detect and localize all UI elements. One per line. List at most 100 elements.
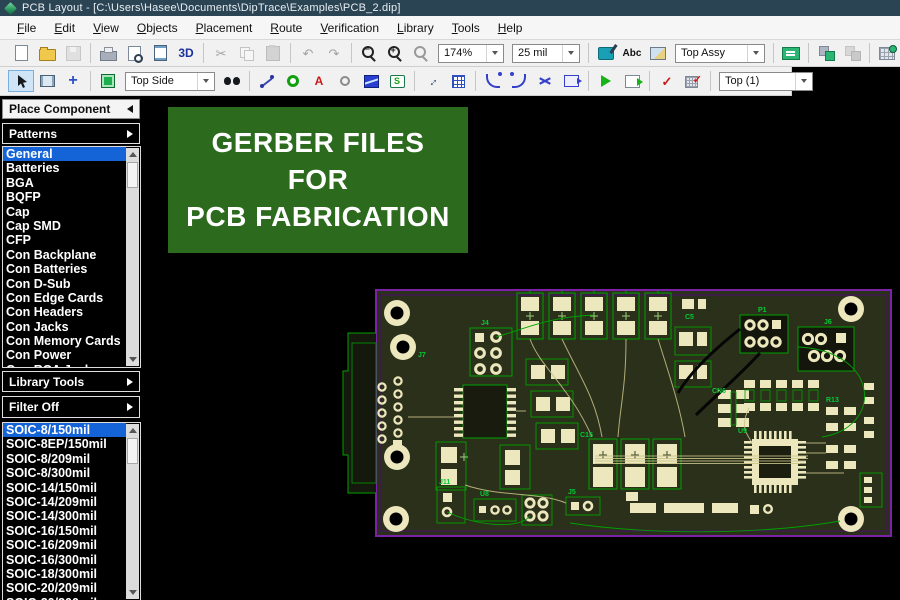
chevron-down-icon[interactable] — [562, 45, 579, 62]
menu-tools[interactable]: Tools — [443, 18, 489, 38]
pattern-item[interactable]: Con Headers — [3, 305, 126, 319]
menu-help[interactable]: Help — [489, 18, 532, 38]
chevron-down-icon[interactable] — [747, 45, 764, 62]
find-component-button[interactable] — [219, 70, 245, 92]
print-preview-button[interactable] — [121, 42, 147, 64]
pattern-item[interactable]: BGA — [3, 176, 126, 190]
redo-button[interactable]: ↷ — [321, 42, 347, 64]
edit-layers-button[interactable] — [593, 42, 619, 64]
pattern-item[interactable]: Batteries — [3, 161, 126, 175]
layers-report-button[interactable] — [778, 42, 804, 64]
chevron-down-icon[interactable] — [197, 73, 214, 90]
footprint-item[interactable]: SOIC-20/300mil — [3, 596, 126, 600]
menu-route[interactable]: Route — [261, 18, 311, 38]
origin-crosshair-button[interactable]: + — [60, 70, 86, 92]
print-button[interactable] — [95, 42, 121, 64]
select-tool-button[interactable] — [8, 70, 34, 92]
footprint-item[interactable]: SOIC-8EP/150mil — [3, 437, 126, 451]
pattern-item[interactable]: Con Edge Cards — [3, 291, 126, 305]
board-view-select[interactable]: Top Assy — [675, 44, 765, 63]
paste-button[interactable] — [260, 42, 286, 64]
run-autorouter-button[interactable] — [593, 70, 619, 92]
menu-view[interactable]: View — [84, 18, 128, 38]
pattern-item[interactable]: CFP — [3, 233, 126, 247]
scrollbar-thumb[interactable] — [127, 162, 138, 188]
place-text-button[interactable]: Abc — [619, 42, 645, 64]
scrollbar-thumb[interactable] — [127, 438, 138, 464]
swap-nets-button[interactable] — [532, 70, 558, 92]
copper-pour-button[interactable] — [358, 70, 384, 92]
route-trace-button[interactable] — [480, 70, 506, 92]
expand-right-icon[interactable] — [127, 130, 133, 138]
cut-button[interactable]: ✂ — [208, 42, 234, 64]
footprint-item[interactable]: SOIC-20/209mil — [3, 581, 126, 595]
footprint-item[interactable]: SOIC-8/209mil — [3, 452, 126, 466]
filter-header[interactable]: Filter Off — [2, 396, 140, 418]
pattern-item[interactable]: Con Batteries — [3, 262, 126, 276]
pattern-list-scrollbar[interactable] — [126, 148, 139, 366]
footprint-list-scrollbar[interactable] — [126, 424, 139, 599]
scroll-down-icon[interactable] — [126, 586, 139, 599]
expand-right-icon[interactable] — [127, 403, 133, 411]
footprint-item[interactable]: SOIC-8/300mil — [3, 466, 126, 480]
pattern-item[interactable]: Con Backplane — [3, 248, 126, 262]
menu-objects[interactable]: Objects — [128, 18, 187, 38]
titles-button[interactable] — [147, 42, 173, 64]
pattern-item[interactable]: Con RCA Jack — [3, 363, 126, 368]
verification-button[interactable]: ✓ — [654, 70, 680, 92]
open-button[interactable] — [34, 42, 60, 64]
footprint-item[interactable]: SOIC-14/209mil — [3, 495, 126, 509]
layer-select[interactable]: Top (1) — [719, 72, 813, 91]
board-properties-button[interactable] — [874, 42, 900, 64]
scroll-up-icon[interactable] — [126, 424, 139, 437]
save-button[interactable] — [60, 42, 86, 64]
menu-verification[interactable]: Verification — [311, 18, 388, 38]
chevron-down-icon[interactable] — [486, 45, 503, 62]
ratsnest-button[interactable] — [332, 70, 358, 92]
export-button[interactable] — [619, 70, 645, 92]
shape-tool-button[interactable]: S — [384, 70, 410, 92]
board-side-select[interactable]: Top Side — [125, 72, 215, 91]
footprint-item[interactable]: SOIC-16/209mil — [3, 538, 126, 552]
compare-to-schematic-button[interactable] — [839, 42, 865, 64]
pattern-item[interactable]: Cap — [3, 205, 126, 219]
footprint-item[interactable]: SOIC-18/300mil — [3, 567, 126, 581]
app-icon[interactable] — [4, 2, 17, 15]
pattern-item[interactable]: Con Power — [3, 348, 126, 362]
zoom-in-button[interactable] — [382, 42, 408, 64]
zoom-out-button[interactable] — [356, 42, 382, 64]
footprint-item[interactable]: SOIC-14/150mil — [3, 481, 126, 495]
menu-file[interactable]: File — [8, 18, 45, 38]
pattern-item[interactable]: BQFP — [3, 190, 126, 204]
menu-library[interactable]: Library — [388, 18, 443, 38]
measure-button[interactable]: ↔ — [419, 70, 445, 92]
text-tool-button[interactable]: A — [306, 70, 332, 92]
pattern-item[interactable]: Con D-Sub — [3, 277, 126, 291]
grid-size-select[interactable]: 25 mil — [512, 44, 580, 63]
copy-button[interactable] — [234, 42, 260, 64]
collapse-left-icon[interactable] — [127, 105, 133, 113]
view-3d-button[interactable]: 3D — [173, 42, 199, 64]
pattern-item[interactable]: Cap SMD — [3, 219, 126, 233]
grid-toggle-button[interactable] — [445, 70, 471, 92]
chevron-down-icon[interactable] — [795, 73, 812, 90]
component-mode-button[interactable] — [34, 70, 60, 92]
drc-button[interactable]: ✓ — [680, 70, 706, 92]
design-canvas[interactable]: GERBER FILES FOR PCB FABRICATION — [143, 96, 900, 600]
pattern-item[interactable]: General — [3, 147, 126, 161]
menu-edit[interactable]: Edit — [45, 18, 84, 38]
pattern-item[interactable]: Con Memory Cards — [3, 334, 126, 348]
zoom-level-select[interactable]: 174% — [438, 44, 504, 63]
place-component-button[interactable] — [95, 70, 121, 92]
route-bus-button[interactable] — [558, 70, 584, 92]
place-trace-button[interactable] — [254, 70, 280, 92]
footprint-item[interactable]: SOIC-8/150mil — [3, 423, 126, 437]
place-via-button[interactable] — [280, 70, 306, 92]
menu-placement[interactable]: Placement — [187, 18, 262, 38]
footprint-item[interactable]: SOIC-14/300mil — [3, 509, 126, 523]
update-from-schematic-button[interactable] — [813, 42, 839, 64]
library-tools-header[interactable]: Library Tools — [2, 371, 140, 392]
footprint-item[interactable]: SOIC-16/300mil — [3, 553, 126, 567]
place-component-header[interactable]: Place Component — [2, 99, 140, 119]
scroll-down-icon[interactable] — [126, 353, 139, 366]
